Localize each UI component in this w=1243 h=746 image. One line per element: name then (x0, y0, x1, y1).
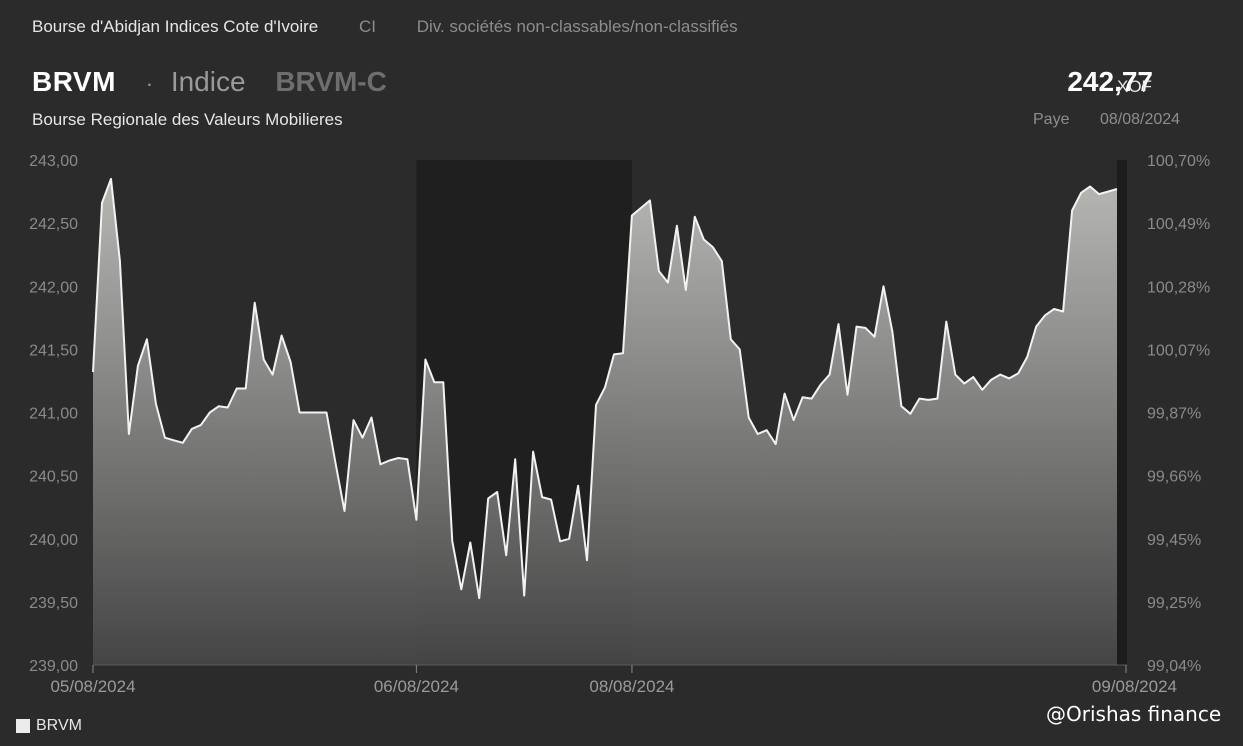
y-tick-label: 240,00 (29, 532, 78, 549)
x-tick-label: 06/08/2024 (374, 677, 459, 696)
y2-tick-label: 99,66% (1147, 469, 1201, 486)
y2-tick-label: 100,07% (1147, 342, 1210, 359)
y2-tick-label: 99,25% (1147, 595, 1201, 612)
y2-tick-label: 99,87% (1147, 406, 1201, 423)
x-tick-label: 09/08/2024 (1092, 677, 1177, 696)
y2-tick-label: 100,49% (1147, 216, 1210, 233)
legend-swatch (16, 719, 30, 733)
y-tick-label: 241,00 (29, 406, 78, 423)
price-chart: 239,00 99,04% 239,50 99,25% 240,00 99,45% 240,… (29, 153, 1210, 696)
y-tick-label: 239,00 (29, 658, 78, 675)
chart-legend: BRVM (16, 717, 82, 735)
watermark: @Orishas finance (1046, 702, 1222, 726)
right-edge-strip (1117, 160, 1127, 665)
legend-label: BRVM (36, 717, 82, 734)
y2-tick-label: 100,70% (1147, 153, 1210, 170)
y2-tick-label: 99,45% (1147, 532, 1201, 549)
y2-tick-label: 100,28% (1147, 279, 1210, 296)
y-tick-label: 241,50 (29, 342, 78, 359)
y-tick-label: 242,50 (29, 216, 78, 233)
y-tick-label: 240,50 (29, 469, 78, 486)
x-tick-label: 05/08/2024 (50, 677, 135, 696)
y-tick-label: 239,50 (29, 595, 78, 612)
y-tick-label: 243,00 (29, 153, 78, 170)
y2-tick-label: 99,04% (1147, 658, 1201, 675)
y-tick-label: 242,00 (29, 279, 78, 296)
x-tick-label: 08/08/2024 (589, 677, 674, 696)
